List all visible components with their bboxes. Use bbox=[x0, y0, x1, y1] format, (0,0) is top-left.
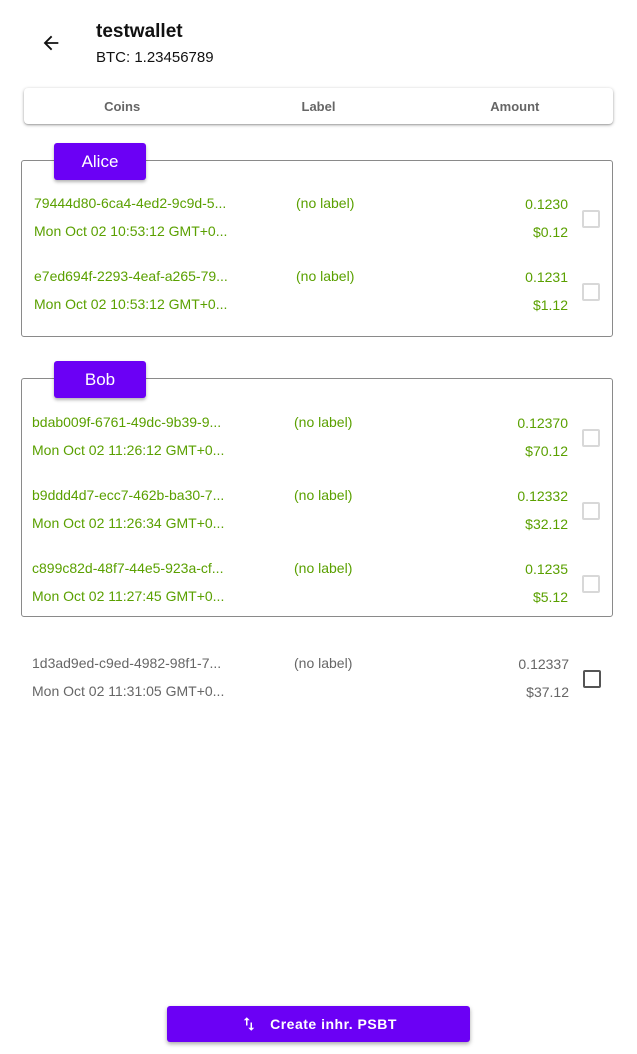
create-psbt-button[interactable]: Create inhr. PSBT bbox=[167, 1006, 470, 1042]
coin-row[interactable]: bdab009f-6761-49dc-9b39-9... (no label) … bbox=[22, 412, 612, 470]
coin-id: bdab009f-6761-49dc-9b39-9... bbox=[32, 414, 222, 430]
coin-date: Mon Oct 02 11:27:45 GMT+0... bbox=[32, 588, 225, 604]
back-button[interactable] bbox=[36, 28, 66, 58]
sort-tabs: Coins Label Amount bbox=[24, 88, 613, 124]
coin-date: Mon Oct 02 11:31:05 GMT+0... bbox=[32, 683, 225, 699]
coin-group-alice: Alice 79444d80-6ca4-4ed2-9c9d-5... (no l… bbox=[21, 143, 613, 337]
coin-fiat-value: $5.12 bbox=[532, 589, 568, 605]
coin-fiat-value: $70.12 bbox=[525, 443, 568, 459]
coin-id: b9ddd4d7-ecc7-462b-ba30-7... bbox=[32, 487, 225, 503]
coin-date: Mon Oct 02 10:53:12 GMT+0... bbox=[34, 296, 228, 312]
coin-date: Mon Oct 02 10:53:12 GMT+0... bbox=[34, 223, 228, 239]
coin-group-bob: Bob bdab009f-6761-49dc-9b39-9... (no lab… bbox=[21, 361, 613, 617]
coin-checkbox[interactable] bbox=[582, 283, 600, 301]
coin-id: 1d3ad9ed-c9ed-4982-98f1-7... bbox=[32, 655, 222, 671]
wallet-balance: BTC: 1.23456789 bbox=[96, 49, 214, 66]
coin-id: 79444d80-6ca4-4ed2-9c9d-5... bbox=[34, 195, 227, 211]
coin-amount: 0.1235 bbox=[525, 561, 568, 577]
coin-amount: 0.12332 bbox=[517, 488, 568, 504]
coin-fiat-value: $1.12 bbox=[532, 297, 568, 313]
tab-amount[interactable]: Amount bbox=[417, 88, 613, 124]
coin-checkbox[interactable] bbox=[582, 429, 600, 447]
coin-checkbox[interactable] bbox=[582, 210, 600, 228]
coin-amount: 0.12337 bbox=[518, 656, 569, 672]
wallet-title: testwallet bbox=[96, 21, 183, 42]
coin-checkbox[interactable] bbox=[582, 575, 600, 593]
coin-label: (no label) bbox=[296, 268, 355, 284]
swap-vertical-icon bbox=[240, 1015, 258, 1033]
coin-row[interactable]: c899c82d-48f7-44e5-923a-cf... (no label)… bbox=[22, 558, 612, 616]
coin-amount: 0.1231 bbox=[525, 269, 568, 285]
coin-row[interactable]: 79444d80-6ca4-4ed2-9c9d-5... (no label) … bbox=[22, 193, 612, 251]
coin-row[interactable]: e7ed694f-2293-4eaf-a265-79... (no label)… bbox=[22, 266, 612, 324]
coin-date: Mon Oct 02 11:26:12 GMT+0... bbox=[32, 442, 225, 458]
group-label[interactable]: Bob bbox=[54, 361, 146, 398]
coin-fiat-value: $37.12 bbox=[526, 684, 569, 700]
tab-coins[interactable]: Coins bbox=[24, 88, 220, 124]
coin-label: (no label) bbox=[294, 560, 353, 576]
coin-row[interactable]: b9ddd4d7-ecc7-462b-ba30-7... (no label) … bbox=[22, 485, 612, 543]
coin-id: c899c82d-48f7-44e5-923a-cf... bbox=[32, 560, 224, 576]
coin-row-ungrouped[interactable]: 1d3ad9ed-c9ed-4982-98f1-7... (no label) … bbox=[21, 653, 613, 711]
group-label[interactable]: Alice bbox=[54, 143, 146, 180]
coin-label: (no label) bbox=[294, 655, 353, 671]
coin-checkbox[interactable] bbox=[583, 670, 601, 688]
tab-label[interactable]: Label bbox=[220, 88, 416, 124]
coin-id: e7ed694f-2293-4eaf-a265-79... bbox=[34, 268, 228, 284]
coin-fiat-value: $32.12 bbox=[525, 516, 568, 532]
coin-amount: 0.12370 bbox=[517, 415, 568, 431]
coin-label: (no label) bbox=[296, 195, 355, 211]
coin-checkbox[interactable] bbox=[582, 502, 600, 520]
coin-label: (no label) bbox=[294, 414, 353, 430]
arrow-left-icon bbox=[43, 35, 59, 51]
create-psbt-label: Create inhr. PSBT bbox=[270, 1016, 397, 1032]
coin-amount: 0.1230 bbox=[525, 196, 568, 212]
coin-fiat-value: $0.12 bbox=[532, 224, 568, 240]
coin-date: Mon Oct 02 11:26:34 GMT+0... bbox=[32, 515, 225, 531]
app-header: testwallet BTC: 1.23456789 bbox=[0, 0, 637, 80]
coin-label: (no label) bbox=[294, 487, 353, 503]
